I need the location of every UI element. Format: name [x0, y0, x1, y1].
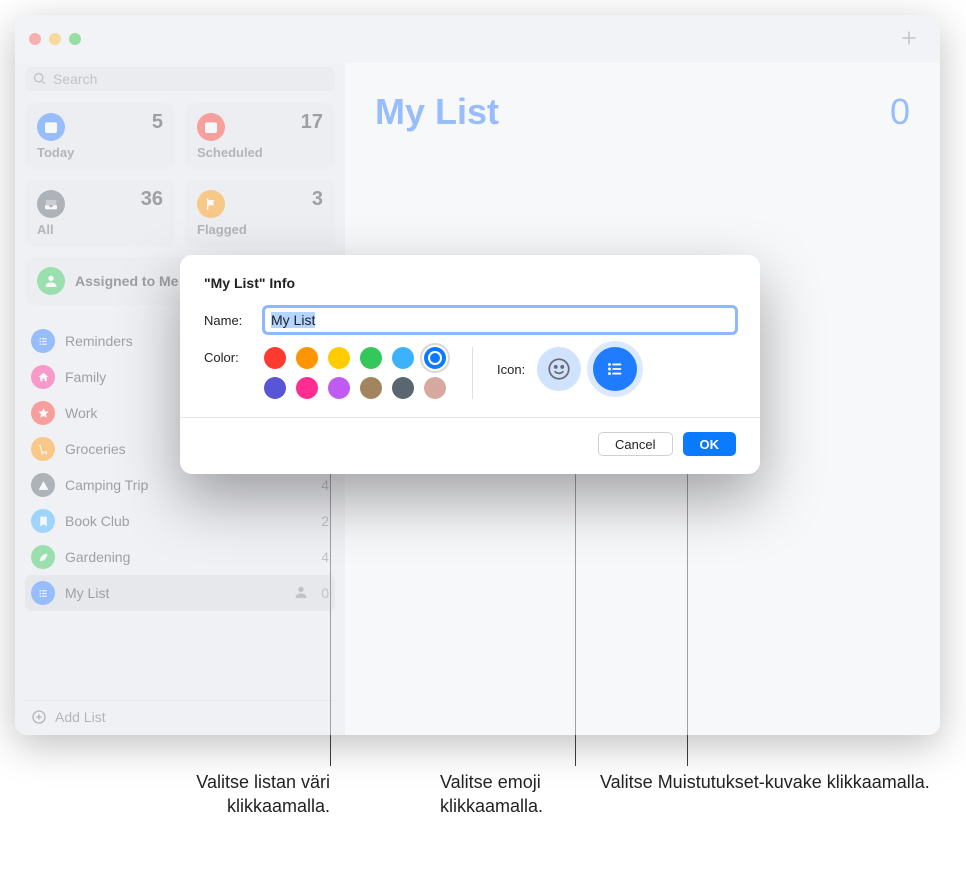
smart-today[interactable]: 5 Today — [25, 103, 175, 170]
list-icon — [31, 329, 55, 353]
maximize-icon[interactable] — [69, 33, 81, 45]
color-swatch[interactable] — [328, 347, 350, 369]
star-icon — [31, 401, 55, 425]
add-reminder-button[interactable] — [898, 27, 920, 54]
tray-icon — [37, 190, 65, 218]
search-input[interactable]: Search — [25, 67, 335, 91]
color-swatch[interactable] — [424, 347, 446, 369]
list-name: My List — [65, 585, 283, 601]
callout-emoji: Valitse emoji klikkaamalla. — [440, 770, 590, 819]
color-swatch[interactable] — [360, 377, 382, 399]
color-swatch[interactable] — [264, 377, 286, 399]
list-count: 0 — [321, 585, 329, 601]
minimize-icon[interactable] — [49, 33, 61, 45]
page-count: 0 — [890, 91, 910, 133]
color-swatches — [264, 347, 448, 399]
traffic-lights — [29, 33, 81, 45]
sidebar-list-gardening[interactable]: Gardening 4 — [25, 539, 335, 575]
smart-flagged[interactable]: 3 Flagged — [185, 180, 335, 247]
color-swatch[interactable] — [328, 377, 350, 399]
divider — [472, 347, 473, 399]
dialog-title: "My List" Info — [204, 275, 736, 291]
add-list-button[interactable]: Add List — [25, 700, 335, 729]
cancel-button[interactable]: Cancel — [598, 432, 672, 456]
callout-leader-1 — [330, 428, 331, 766]
smart-today-count: 5 — [152, 111, 163, 134]
close-icon[interactable] — [29, 33, 41, 45]
bookmark-icon — [31, 509, 55, 533]
shared-icon — [293, 584, 311, 603]
flag-icon — [197, 190, 225, 218]
list-count: 2 — [321, 513, 329, 529]
callout-leader-2 — [575, 425, 576, 766]
smart-all-count: 36 — [141, 188, 163, 211]
calendar-grid-icon — [197, 113, 225, 141]
smart-scheduled-label: Scheduled — [197, 145, 323, 160]
color-swatch[interactable] — [296, 347, 318, 369]
search-icon — [33, 72, 47, 86]
reminders-icon-button[interactable] — [593, 347, 637, 391]
emoji-picker-button[interactable] — [537, 347, 581, 391]
callout-color: Valitse listan väri klikkaamalla. — [100, 770, 330, 819]
color-swatch[interactable] — [264, 347, 286, 369]
smart-flagged-count: 3 — [312, 188, 323, 211]
titlebar — [15, 15, 940, 63]
tent-icon — [31, 473, 55, 497]
callout-leader-3 — [687, 425, 688, 766]
calendar-icon — [37, 113, 65, 141]
smart-flagged-label: Flagged — [197, 222, 323, 237]
name-input[interactable] — [264, 307, 736, 333]
home-icon — [31, 365, 55, 389]
color-swatch[interactable] — [360, 347, 382, 369]
smart-scheduled-count: 17 — [301, 111, 323, 134]
sidebar-list-book-club[interactable]: Book Club 2 — [25, 503, 335, 539]
list-count: 4 — [321, 477, 329, 493]
person-icon — [37, 267, 65, 295]
color-swatch[interactable] — [296, 377, 318, 399]
list-bullet-icon — [604, 358, 626, 380]
page-title: My List — [375, 91, 910, 133]
list-icon — [31, 581, 55, 605]
color-label: Color: — [204, 347, 264, 399]
callout-icon: Valitse Muistutukset-kuvake klikkaamalla… — [600, 770, 940, 794]
cart-icon — [31, 437, 55, 461]
name-label: Name: — [204, 313, 264, 328]
smart-assigned-label: Assigned to Me — [75, 273, 178, 289]
list-count: 4 — [321, 549, 329, 565]
smart-scheduled[interactable]: 17 Scheduled — [185, 103, 335, 170]
list-name: Camping Trip — [65, 477, 311, 493]
dialog-separator — [180, 417, 760, 418]
smiley-icon — [546, 356, 572, 382]
color-swatch[interactable] — [424, 377, 446, 399]
smart-all[interactable]: 36 All — [25, 180, 175, 247]
add-list-label: Add List — [55, 709, 106, 725]
leaf-icon — [31, 545, 55, 569]
smart-all-label: All — [37, 222, 163, 237]
search-placeholder: Search — [53, 71, 97, 87]
plus-icon — [898, 27, 920, 49]
ok-button[interactable]: OK — [683, 432, 737, 456]
color-swatch[interactable] — [392, 347, 414, 369]
color-swatch[interactable] — [392, 377, 414, 399]
icon-label: Icon: — [497, 362, 525, 377]
smart-today-label: Today — [37, 145, 163, 160]
list-name: Gardening — [65, 549, 311, 565]
plus-circle-icon — [31, 709, 47, 725]
list-name: Book Club — [65, 513, 311, 529]
sidebar-list-my-list[interactable]: My List 0 — [25, 575, 335, 611]
list-info-dialog: "My List" Info Name: Color: Icon: Cancel… — [180, 255, 760, 474]
